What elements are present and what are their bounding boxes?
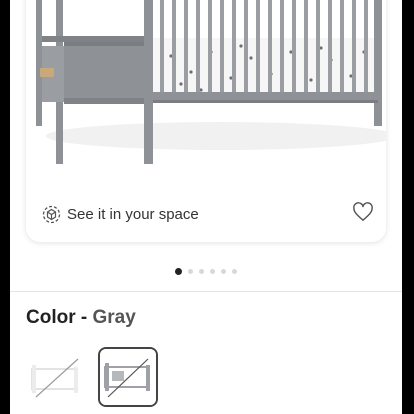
carousel-dot[interactable] — [199, 269, 204, 274]
product-screen: See it in your space Color - Gray — [10, 0, 402, 414]
carousel-dot[interactable] — [232, 269, 237, 274]
see-in-space-label: See it in your space — [67, 206, 199, 223]
ar-view-icon — [42, 205, 61, 224]
crib-product-image[interactable] — [26, 0, 386, 181]
carousel-dot[interactable] — [175, 268, 182, 275]
color-selected-value: Gray — [92, 307, 136, 328]
swatch-gray-thumbnail — [100, 349, 156, 405]
heart-icon[interactable] — [352, 202, 374, 222]
color-heading: Color - Gray — [26, 307, 136, 329]
color-label: Color — [26, 307, 76, 328]
carousel-dots — [10, 268, 402, 275]
carousel-dot[interactable] — [210, 269, 215, 274]
divider — [10, 291, 402, 292]
swatch-white-thumbnail — [26, 347, 86, 407]
color-separator: - — [80, 307, 88, 328]
product-image-card: See it in your space — [26, 0, 386, 242]
swatch-white[interactable] — [26, 347, 86, 407]
swatch-gray[interactable] — [98, 347, 158, 407]
carousel-dot[interactable] — [188, 269, 193, 274]
carousel-dot[interactable] — [221, 269, 226, 274]
see-in-space-button[interactable]: See it in your space — [42, 205, 199, 224]
